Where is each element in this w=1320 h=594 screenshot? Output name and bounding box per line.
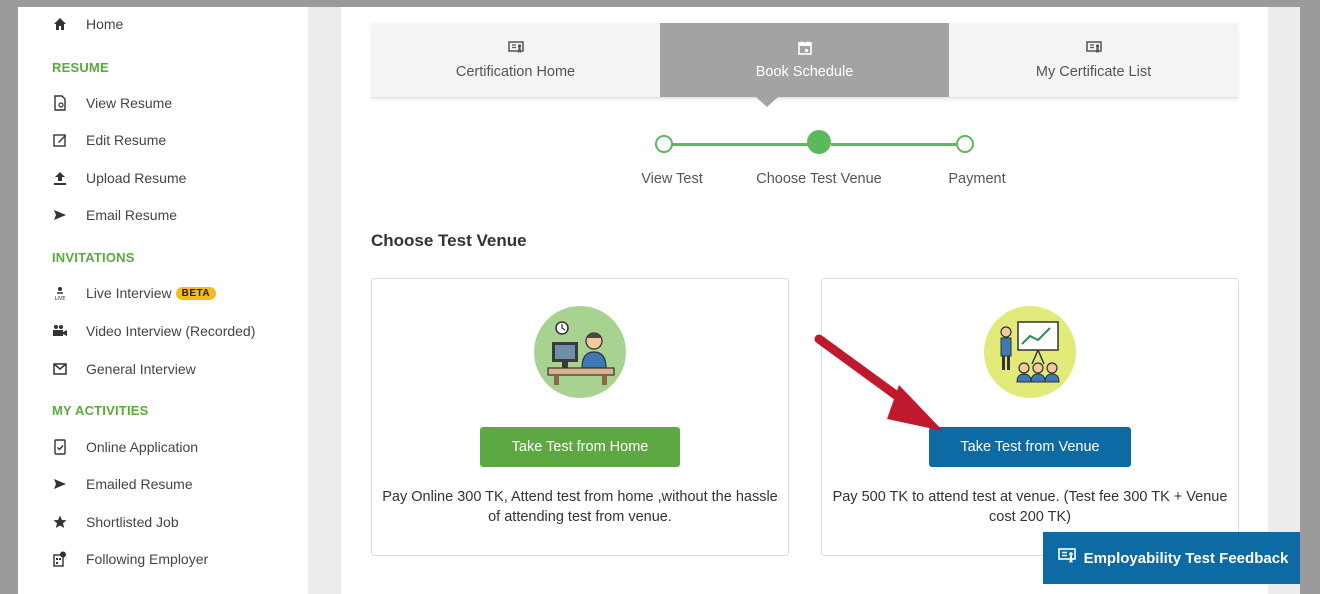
calendar-icon [797,41,812,58]
upload-icon [52,170,68,186]
sidebar-item-upload-resume[interactable]: Upload Resume [52,167,186,189]
person-at-computer-icon [534,306,626,398]
presentation-audience-icon [984,306,1076,398]
sidebar-item-general-interview[interactable]: General Interview [52,358,196,380]
tab-my-certificate-list[interactable]: My Certificate List [949,23,1238,97]
sidebar-item-label: General Interview [86,361,196,377]
sidebar-item-emailed-resume[interactable]: Emailed Resume [52,473,193,495]
step-dot-payment [956,135,974,153]
sidebar-item-edit-resume[interactable]: Edit Resume [52,129,166,151]
send-icon [52,207,68,223]
option-description: Pay 500 TK to attend test at venue. (Tes… [832,489,1228,525]
sidebar-item-label: Emailed Resume [86,476,193,492]
sidebar-item-label: View Resume [86,95,173,111]
star-icon [52,514,68,530]
employability-test-feedback-button[interactable]: Employability Test Feedback [1043,532,1300,584]
send-icon [52,476,68,492]
svg-text:LIVE: LIVE [55,296,66,301]
step-dot-choose-venue [807,130,831,154]
option-description: Pay Online 300 TK, Attend test from home… [382,489,778,525]
tab-certification-home[interactable]: Certification Home [371,23,660,97]
sidebar-item-label: Video Interview (Recorded) [86,323,256,339]
sidebar-item-label: Shortlisted Job [86,514,179,530]
option-card-home: Take Test from Home Pay Online 300 TK, A… [371,278,789,556]
sidebar-item-label: Home [86,16,124,32]
main-panel: Certification Home Book Schedule My Cert… [341,7,1268,594]
sidebar-item-label: Online Application [86,439,199,455]
section-heading-invitations: INVITATIONS [52,250,135,265]
section-heading-my-activities: MY ACTIVITIES [52,403,149,418]
application-icon [52,439,68,455]
certification-tabs: Certification Home Book Schedule My Cert… [371,23,1238,98]
right-gutter [1268,7,1300,594]
step-connector [831,143,963,146]
certificate-icon [507,40,524,58]
view-resume-icon [52,95,68,111]
certificate-icon [1085,40,1102,58]
sidebar-gutter [308,7,341,594]
step-label-choose-venue: Choose Test Venue [756,171,882,187]
envelope-icon [52,361,68,377]
sidebar-item-view-resume[interactable]: View Resume [52,92,172,114]
progress-stepper: View Test Choose Test Venue Payment [341,127,1268,197]
sidebar-item-video-interview[interactable]: Video Interview (Recorded) [52,320,255,342]
sidebar-item-email-resume[interactable]: Email Resume [52,204,177,226]
section-heading-resume: RESUME [52,60,109,75]
home-icon [52,16,68,32]
take-test-from-home-button[interactable]: Take Test from Home [480,427,680,467]
sidebar-item-following-employer[interactable]: Following Employer [52,548,208,570]
employer-icon [52,551,68,567]
sidebar-item-live-interview[interactable]: LIVE Live Interview BETA [52,282,217,304]
sidebar-item-label: Email Resume [86,207,178,223]
feedback-icon [1057,547,1076,569]
annotation-arrow-icon [814,334,943,431]
sidebar-item-shortlisted-job[interactable]: Shortlisted Job [52,511,179,533]
sidebar-item-label: Edit Resume [86,132,167,148]
sidebar-item-label: Upload Resume [86,170,187,186]
edit-icon [52,132,68,148]
step-connector [655,143,823,146]
sidebar-item-home[interactable]: Home [52,13,123,35]
step-dot-view-test [655,135,673,153]
sidebar-item-label: Live Interview [86,285,172,301]
feedback-label: Employability Test Feedback [1083,549,1289,567]
tab-label: Certification Home [455,63,576,80]
tab-label: My Certificate List [1035,63,1152,80]
sidebar-item-online-application[interactable]: Online Application [52,436,198,458]
tab-book-schedule[interactable]: Book Schedule [660,23,949,97]
live-icon: LIVE [52,285,68,301]
step-label-view-test: View Test [641,171,703,187]
sidebar: Home RESUME View Resume Edit Resume Uplo… [18,7,308,594]
page-frame: Home RESUME View Resume Edit Resume Uplo… [18,7,1300,594]
sidebar-item-label: Following Employer [86,551,209,567]
page-title: Choose Test Venue [371,231,527,250]
beta-badge: BETA [175,286,217,300]
active-tab-pointer [756,97,778,107]
tab-label: Book Schedule [755,63,854,80]
video-camera-icon [52,323,68,339]
step-label-payment: Payment [948,171,1006,187]
